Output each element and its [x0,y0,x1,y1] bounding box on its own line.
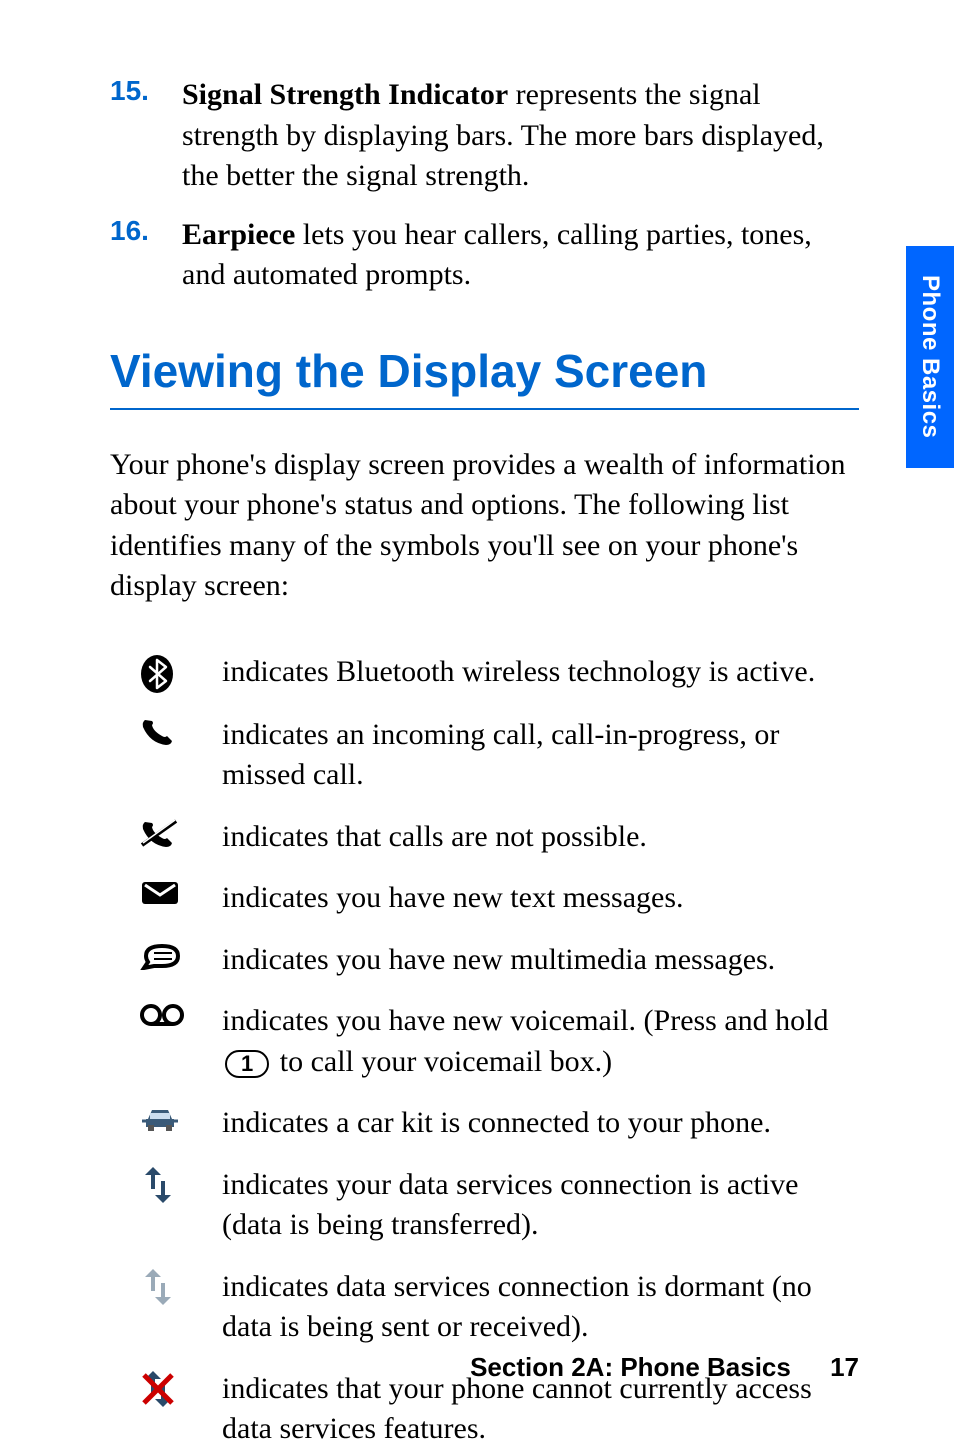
icon-row-car-kit: indicates a car kit is connected to your… [140,1103,859,1144]
numbered-item-15: 15. Signal Strength Indicator represents… [110,75,859,197]
icon-row-bluetooth: indicates Bluetooth wireless technology … [140,652,859,694]
icon-row-mms-message: indicates you have new multimedia messag… [140,940,859,981]
page-footer: Section 2A: Phone Basics 17 [470,1352,859,1383]
voicemail-desc-post: to call your voicemail box.) [272,1045,612,1078]
icon-row-data-dormant: indicates data services connection is do… [140,1267,859,1348]
numbered-item-16: 16. Earpiece lets you hear callers, call… [110,215,859,296]
mms-message-icon [140,940,222,970]
item-body: Earpiece lets you hear callers, calling … [182,215,859,296]
car-kit-icon [140,1103,222,1133]
intro-paragraph: Your phone's display screen provides a w… [110,445,859,607]
text-message-icon [140,878,222,906]
call-icon [140,715,222,747]
icon-description: indicates a car kit is connected to your… [222,1103,771,1144]
icon-description: indicates that calls are not possible. [222,817,647,858]
item-number: 16. [110,215,182,296]
no-call-icon [140,817,222,849]
item-term: Earpiece [182,218,295,251]
heading-rule [110,408,859,410]
bluetooth-icon [140,652,222,694]
numbered-list: 15. Signal Strength Indicator represents… [110,75,859,296]
icon-row-data-active: indicates your data services connection … [140,1165,859,1246]
item-body: Signal Strength Indicator represents the… [182,75,859,197]
side-tab-label: Phone Basics [916,275,944,438]
section-heading: Viewing the Display Screen [110,344,859,398]
icon-row-voicemail: indicates you have new voicemail. (Press… [140,1001,859,1082]
voicemail-icon [140,1001,222,1027]
icon-description: indicates data services connection is do… [222,1267,859,1348]
icon-row-text-message: indicates you have new text messages. [140,878,859,919]
icon-row-call: indicates an incoming call, call-in-prog… [140,715,859,796]
data-dormant-icon [140,1267,222,1305]
footer-section-label: Section 2A: Phone Basics [470,1352,791,1382]
item-term: Signal Strength Indicator [182,78,508,111]
icon-description: indicates Bluetooth wireless technology … [222,652,815,693]
key-1-icon: 1 [225,1050,269,1078]
icon-description: indicates you have new text messages. [222,878,684,919]
voicemail-desc-pre: indicates you have new voicemail. (Press… [222,1004,829,1037]
icon-row-no-call: indicates that calls are not possible. [140,817,859,858]
icon-description: indicates your data services connection … [222,1165,859,1246]
side-tab: Phone Basics [906,246,954,468]
icon-definition-list: indicates Bluetooth wireless technology … [110,652,859,1450]
icon-description: indicates you have new voicemail. (Press… [222,1001,859,1082]
icon-description: indicates an incoming call, call-in-prog… [222,715,859,796]
item-number: 15. [110,75,182,197]
footer-page-number: 17 [830,1352,859,1382]
data-unavailable-icon [140,1369,222,1407]
data-active-icon [140,1165,222,1203]
icon-description: indicates you have new multimedia messag… [222,940,775,981]
